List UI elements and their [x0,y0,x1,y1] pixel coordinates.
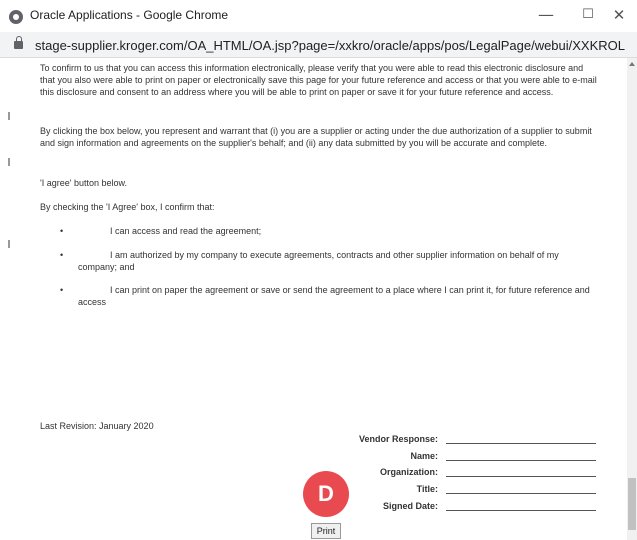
margin-marker [8,112,10,120]
vertical-scrollbar[interactable] [627,58,637,540]
name-field [446,460,596,461]
window-title: Oracle Applications - Google Chrome [30,8,229,22]
title-field [446,493,596,494]
vendor-response-row: Vendor Response: [300,433,600,447]
organization-field [446,476,596,477]
signed-date-field [446,510,596,511]
disclosure-paragraph: To confirm to us that you can access thi… [40,63,597,97]
chrome-icon [9,10,23,24]
address-bar[interactable]: stage-supplier.kroger.com/OA_HTML/OA.jsp… [0,32,637,58]
title-label: Title: [416,484,438,494]
url-text[interactable]: stage-supplier.kroger.com/OA_HTML/OA.jsp… [35,38,625,53]
margin-marker [8,240,10,248]
lock-icon [14,36,23,49]
name-label: Name: [410,451,438,461]
scrollbar-thumb[interactable] [628,478,636,530]
list-item-text: I can print on paper the agreement or sa… [78,285,590,307]
confirm-intro: By checking the 'I Agree' box, I confirm… [40,202,215,212]
bullet-icon: • [60,250,64,260]
scroll-up-icon[interactable] [629,62,635,66]
organization-label: Organization: [380,467,438,477]
signed-date-label: Signed Date: [382,501,438,511]
maximize-button[interactable]: ☐ [573,4,603,26]
close-button[interactable]: ✕ [604,4,634,26]
margin-marker [8,158,10,166]
minimize-button[interactable]: — [531,4,561,26]
bullet-icon: • [60,226,64,236]
vendor-response-field [446,443,596,444]
last-revision: Last Revision: January 2020 [40,421,154,431]
print-button[interactable]: Print [311,523,341,539]
organization-row: Organization: [300,466,600,480]
vendor-response-label: Vendor Response: [358,434,438,444]
page-content: To confirm to us that you can access thi… [0,58,627,540]
warranty-paragraph: By clicking the box below, you represent… [40,126,592,148]
name-row: Name: [300,450,600,464]
list-item-text: I am authorized by my company to execute… [78,250,559,272]
agree-button-note: 'I agree' button below. [40,178,127,188]
avatar[interactable]: D [303,471,349,517]
bullet-icon: • [60,285,64,295]
list-item-text: I can access and read the agreement; [110,226,262,236]
